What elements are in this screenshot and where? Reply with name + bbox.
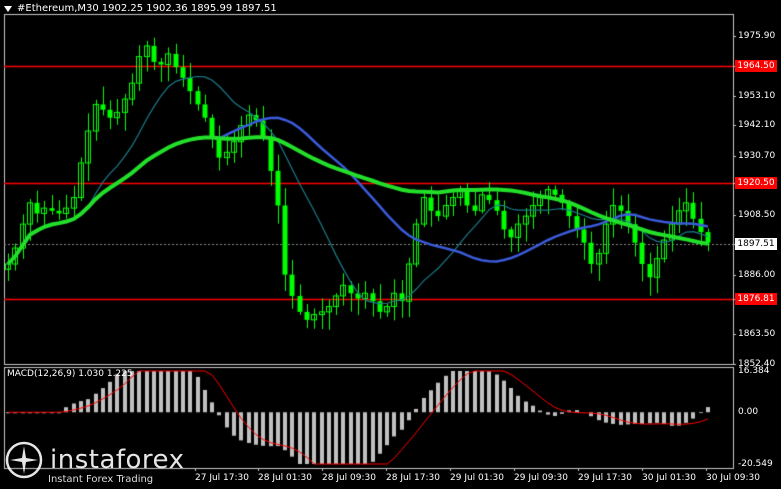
watermark-tagline: Instant Forex Trading — [48, 474, 154, 485]
symbol-label: #Ethereum,M30 — [17, 3, 99, 14]
price-tick-label: 1886.00 — [738, 269, 776, 280]
macd-label: MACD(12,26,9) 1.030 1.225 — [7, 369, 133, 379]
price-tick-label: 1908.50 — [738, 209, 776, 220]
time-tick-label: 30 Jul 01:30 — [642, 473, 696, 483]
time-tick-label: 28 Jul 09:30 — [322, 473, 376, 483]
time-tick-label: 28 Jul 17:30 — [386, 473, 440, 483]
ohlc-label: 1902.25 1902.36 1895.99 1897.51 — [101, 3, 277, 14]
level-price-badge: 1964.50 — [735, 59, 777, 72]
level-price-badge: 1920.50 — [735, 176, 777, 189]
time-tick-label: 29 Jul 01:30 — [450, 473, 504, 483]
price-tick-label: 1953.10 — [738, 91, 776, 102]
instaforex-logo-icon — [5, 441, 43, 479]
time-tick-label: 28 Jul 01:30 — [258, 473, 312, 483]
level-price-badge: 1876.81 — [735, 293, 777, 306]
time-tick-label: 29 Jul 09:30 — [514, 473, 568, 483]
price-tick-label: 1863.50 — [738, 329, 776, 340]
macd-tick-label: 0.00 — [738, 407, 759, 418]
watermark-name: instaforex — [50, 445, 185, 475]
price-tick-label: 1942.10 — [738, 120, 776, 131]
time-tick-label: 29 Jul 17:30 — [578, 473, 632, 483]
price-tick-label: 1975.90 — [738, 30, 776, 41]
current-price-badge: 1897.51 — [735, 238, 777, 251]
macd-tick-label: 16.384 — [738, 366, 770, 376]
time-tick-label: 27 Jul 17:30 — [195, 473, 249, 483]
dropdown-triangle-icon[interactable] — [4, 5, 12, 12]
price-chart-canvas[interactable] — [0, 0, 781, 489]
macd-tick-label: -20.549 — [738, 459, 773, 469]
chart-header: #Ethereum,M30 1902.25 1902.36 1895.99 18… — [4, 3, 277, 14]
price-tick-label: 1930.70 — [738, 150, 776, 161]
time-tick-label: 30 Jul 09:30 — [706, 473, 760, 483]
